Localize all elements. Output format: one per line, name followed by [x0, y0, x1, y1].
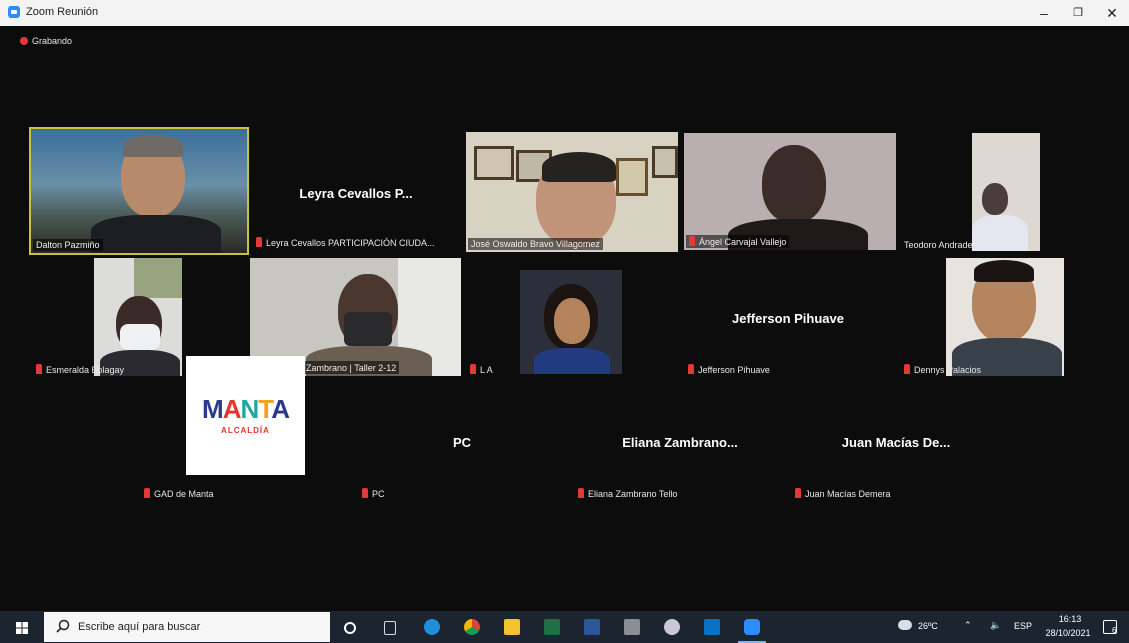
- mic-muted-icon: [362, 488, 368, 498]
- mic-muted-icon: [795, 488, 801, 498]
- mic-muted-icon: [36, 364, 42, 374]
- participant-label-esmeralda: Esmeralda Bolagay: [36, 364, 124, 375]
- recording-indicator: Grabando: [20, 36, 72, 46]
- notification-count: 6: [1112, 626, 1117, 635]
- task-view-icon[interactable]: [384, 621, 396, 635]
- mic-muted-icon: [470, 364, 476, 374]
- mic-muted-icon: [256, 237, 262, 247]
- window-title: Zoom Reunión: [26, 6, 99, 18]
- participant-name: Dalton Pazmiño: [33, 239, 103, 251]
- excel-icon[interactable]: [544, 619, 560, 635]
- taskbar-search-box[interactable]: Escribe aquí para buscar: [44, 612, 330, 642]
- minimize-button[interactable]: –: [1030, 2, 1058, 24]
- zoom-logo-icon: [8, 6, 20, 18]
- title-bar: Zoom Reunión – ❐ ✕: [0, 0, 1129, 26]
- participant-label-juan: Juan Macías Demera: [795, 488, 891, 499]
- video-tile-dalton[interactable]: Dalton Pazmiño: [29, 127, 249, 255]
- language-indicator[interactable]: ESP: [1014, 621, 1032, 631]
- participant-label-eliana: Eliana Zambrano Tello: [578, 488, 677, 499]
- video-tile-jose[interactable]: José Oswaldo Bravo Villagomez: [466, 132, 678, 252]
- participant-placeholder-name: Eliana Zambrano...: [622, 435, 738, 450]
- edge-icon[interactable]: [424, 619, 440, 635]
- volume-icon[interactable]: 🔈: [990, 620, 1001, 631]
- participant-label-la: L A: [470, 364, 493, 375]
- participant-placeholder-name: Jefferson Pihuave: [732, 311, 844, 326]
- word-icon[interactable]: [584, 619, 600, 635]
- chrome-icon[interactable]: [464, 619, 480, 635]
- mic-muted-icon: [689, 236, 695, 246]
- windows-taskbar: Escribe aquí para buscar 26ºC ⌃ 🔈 ESP 16…: [0, 611, 1129, 643]
- participant-label-jefferson: Jefferson Pihuave: [688, 364, 770, 375]
- mic-muted-icon: [904, 364, 910, 374]
- manta-logo-subtitle: ALCALDÍA: [221, 426, 270, 435]
- video-tile-teodoro[interactable]: [972, 133, 1040, 251]
- video-tile-angel[interactable]: Ángel Carvajal Vallejo: [684, 133, 896, 250]
- search-placeholder: Escribe aquí para buscar: [78, 621, 201, 633]
- zoom-app-icon[interactable]: [744, 619, 760, 635]
- show-hidden-icons-icon[interactable]: ⌃: [964, 620, 972, 631]
- participant-label-angel: Ángel Carvajal Vallejo: [686, 235, 790, 248]
- participant-placeholder-name: Juan Macías De...: [841, 435, 951, 450]
- mic-muted-icon: [144, 488, 150, 498]
- participant-label-teodoro: Teodoro Andrade: [904, 240, 973, 250]
- maximize-button[interactable]: ❐: [1064, 2, 1092, 24]
- participant-label-leyra: Leyra Cevallos PARTICIPACIÓN CIUDA...: [256, 237, 435, 248]
- calculator-icon[interactable]: [624, 619, 640, 635]
- participant-label-pc: PC: [362, 488, 385, 499]
- file-explorer-icon[interactable]: [504, 619, 520, 635]
- recording-icon: [20, 37, 28, 45]
- video-tile-esmeralda[interactable]: [94, 258, 182, 376]
- video-tile-la[interactable]: [520, 270, 622, 374]
- mic-muted-icon: [578, 488, 584, 498]
- video-tile-dennys[interactable]: [946, 258, 1064, 376]
- search-icon: [56, 619, 70, 638]
- clock-date[interactable]: 28/10/2021: [1042, 628, 1094, 638]
- participant-placeholder-name: PC: [452, 435, 472, 450]
- outlook-icon[interactable]: [704, 619, 720, 635]
- weather-cloud-icon: [898, 620, 912, 630]
- participant-placeholder-name: Leyra Cevallos P...: [299, 186, 413, 201]
- close-button[interactable]: ✕: [1098, 2, 1126, 24]
- clock-time[interactable]: 16:13: [1050, 614, 1090, 624]
- participant-label-dennys: Dennys Palacios: [904, 364, 981, 375]
- manta-logo: MANTA: [202, 394, 290, 424]
- recording-label: Grabando: [32, 36, 73, 46]
- participant-label-gad: GAD de Manta: [144, 488, 214, 499]
- cortana-icon[interactable]: [344, 622, 356, 634]
- app-icon[interactable]: [664, 619, 680, 635]
- participant-name: José Oswaldo Bravo Villagomez: [468, 238, 603, 250]
- weather-temperature[interactable]: 26ºC: [918, 621, 938, 631]
- windows-start-icon[interactable]: [16, 621, 28, 634]
- mic-muted-icon: [688, 364, 694, 374]
- video-tile-gad[interactable]: MANTA ALCALDÍA: [186, 356, 305, 475]
